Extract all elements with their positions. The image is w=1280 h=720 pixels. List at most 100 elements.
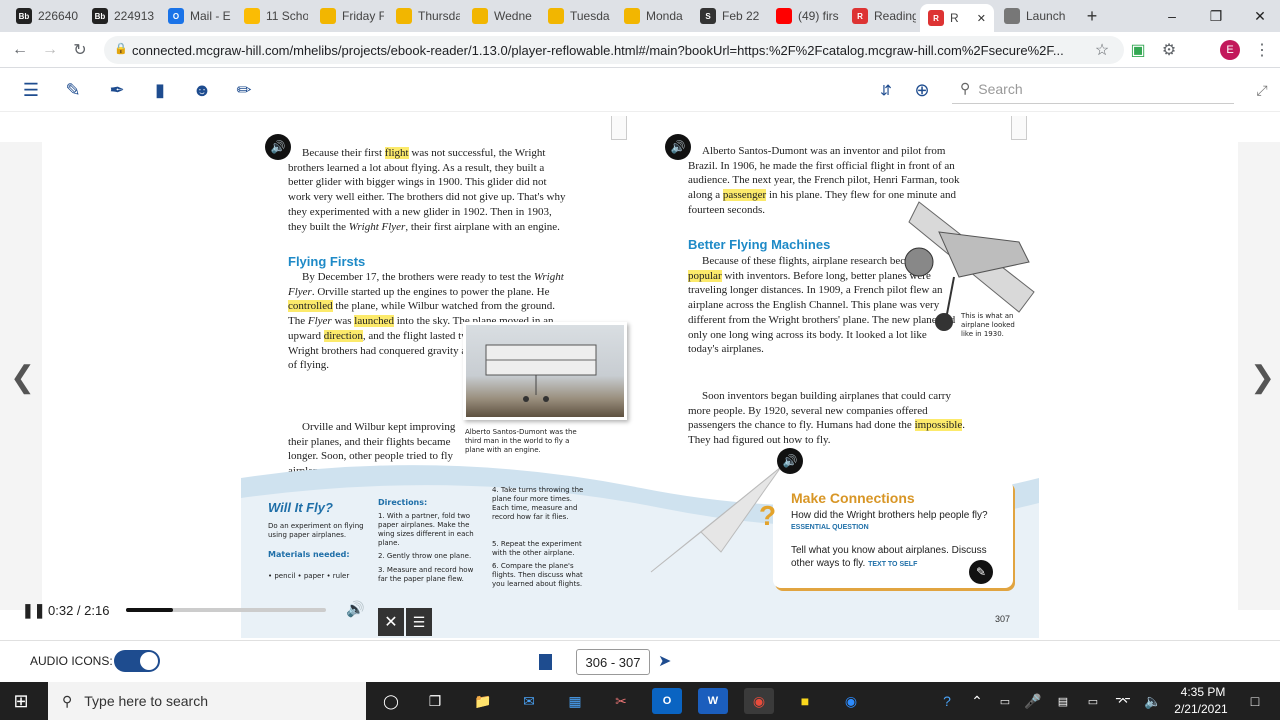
microphone-icon[interactable]: 🎤 [1018,688,1048,714]
fullscreen-icon[interactable]: ⤢ [1250,78,1274,102]
right-paragraph-3: Soon inventors began building airplanes … [688,390,965,447]
book-spread: 🔊 Because their first flight was not suc… [241,116,1039,638]
speaker-icon[interactable]: 🔈 [1138,688,1168,714]
cortana-icon[interactable]: ◯ [376,688,406,714]
help-icon[interactable]: ? [932,688,962,714]
tab-label: 11 Scho [266,9,308,23]
page-view-icon[interactable] [539,654,552,670]
calculator-icon[interactable]: ▦ [560,688,590,714]
audio-progress-track[interactable] [126,608,326,612]
taskbar-search-placeholder: Type here to search [84,693,209,709]
chrome-icon[interactable]: ◉ [744,688,774,714]
pen-icon[interactable]: ✒ [105,78,129,102]
profile-avatar[interactable]: E [1218,38,1242,62]
taskbar-search-box[interactable]: ⚲ Type here to search [48,682,366,720]
maximize-button[interactable]: ❐ [1194,0,1238,32]
bookmark-ribbon-left[interactable] [611,116,627,140]
volume-icon[interactable]: 🔊 [346,600,365,618]
user-settings-icon[interactable]: ☻ [190,78,214,102]
reload-button[interactable]: ↻ [68,38,92,62]
address-toolbar: ← → ↻ 🔒 connected.mcgraw-hill.com/mhelib… [0,32,1280,68]
extensions-puzzle-icon[interactable]: ⚙ [1157,38,1181,62]
zoom-app-icon[interactable]: ◉ [836,688,866,714]
kebab-menu-icon[interactable]: ⋮ [1250,38,1274,62]
pause-icon[interactable]: ❚❚ [22,602,45,619]
new-tab-button[interactable]: + [1082,6,1102,26]
browser-tab[interactable]: R R ✕ [920,4,994,32]
browser-tab[interactable]: Bb 226640 [8,4,80,28]
search-input[interactable]: ⚲ Search [952,74,1234,104]
browser-tab[interactable]: R Reading [844,4,916,28]
browser-tab[interactable]: Bb 224913 [84,4,156,28]
wifi-icon[interactable]: ⌤ [1108,688,1138,714]
tab-label: Monda [646,9,683,23]
pencil-icon[interactable]: ✏ [232,78,256,102]
plane-caption: This is what an airplane looked like in … [961,312,1015,338]
reader-bottom-bar: AUDIO ICONS: 306 - 307 ➤ [0,640,1280,682]
snip-tool-icon[interactable]: ✂ [606,688,636,714]
file-explorer-icon[interactable]: 📁 [468,688,498,714]
browser-tab[interactable]: Thursda [388,4,460,28]
battery-icon[interactable]: ▭ [1078,688,1108,714]
page-number-input[interactable]: 306 - 307 [576,649,650,675]
notes-icon[interactable]: ✎ [969,560,993,584]
audio-icons-toggle[interactable] [114,650,160,672]
browser-tab[interactable]: S Feb 22 [692,4,764,28]
close-window-button[interactable]: ✕ [1238,0,1280,32]
next-page-arrow[interactable]: ❯ [1250,360,1275,395]
audio-progress-fill [126,608,173,612]
text-to-self-tag: TEXT TO SELF [868,561,918,568]
back-button[interactable]: ← [8,38,32,62]
tab-close-icon[interactable]: ✕ [977,12,986,25]
browser-tab[interactable]: Launch [996,4,1068,28]
star-icon[interactable]: ☆ [1090,38,1114,62]
notifications-icon[interactable]: □ [1240,688,1270,714]
folder-favicon-icon [396,8,412,24]
minimize-button[interactable]: – [1150,0,1194,32]
extension-green-icon[interactable]: ▣ [1126,38,1150,62]
browser-tab[interactable]: Wedne [464,4,536,28]
search-icon: ⚲ [62,692,73,709]
S-favicon-icon: S [700,8,716,24]
bookmark-ribbon-right[interactable] [1011,116,1027,140]
browser-tab[interactable]: 11 Scho [236,4,308,28]
tab-label: Wedne [494,9,532,23]
activity-intro: Do an experiment on flying using paper a… [268,522,364,539]
browser-tab[interactable]: (49) firs [768,4,840,28]
materials-heading: Materials needed: [268,550,350,559]
url-field[interactable]: 🔒 connected.mcgraw-hill.com/mhelibs/proj… [104,36,1124,64]
word-icon[interactable]: W [698,688,728,714]
santos-dumont-photo [463,322,627,420]
O-favicon-icon: O [168,8,184,24]
clock-time[interactable]: 4:35 PM [1172,685,1234,699]
forward-button[interactable]: → [38,38,62,62]
close-audio-button[interactable]: ✕ [378,608,404,636]
browser-tab[interactable]: Tuesda [540,4,612,28]
audio-menu-button[interactable]: ☰ [406,608,432,636]
table-of-contents-icon[interactable]: ☰ [19,78,43,102]
make-connections-box: ? Make Connections How did the Wright br… [759,480,1013,588]
task-view-icon[interactable]: ❐ [420,688,450,714]
previous-page-arrow[interactable]: ❮ [10,360,35,395]
mail-icon[interactable]: ✉ [514,688,544,714]
tray-network-icon[interactable]: ▤ [1048,688,1078,714]
zoom-icon[interactable]: ⊕ [910,78,934,102]
toggle-knob [140,652,158,670]
browser-tab[interactable]: Friday F [312,4,384,28]
show-hidden-icons-chevron[interactable]: ⌃ [962,688,992,714]
tray-device-icon[interactable]: ▭ [990,688,1020,714]
browser-tab[interactable]: Monda [616,4,688,28]
outlook-icon[interactable]: O [652,688,682,714]
highlighter-icon[interactable]: ✎ [61,78,85,102]
browser-tab[interactable]: O Mail - E [160,4,232,28]
clock-date[interactable]: 2/21/2021 [1168,702,1234,716]
lock-icon: 🔒 [114,43,128,55]
go-to-page-arrow-icon[interactable]: ➤ [658,651,671,671]
R-favicon-icon: R [928,10,944,26]
sticky-notes-icon[interactable]: ■ [790,688,820,714]
Bb-favicon-icon: Bb [16,8,32,24]
bookmark-icon[interactable]: ▮ [148,78,172,102]
windows-start-icon[interactable]: ⊞ [6,688,36,714]
audio-speaker-icon[interactable]: 🔊 [777,448,803,474]
fit-width-icon[interactable]: ⇵ [874,78,898,102]
